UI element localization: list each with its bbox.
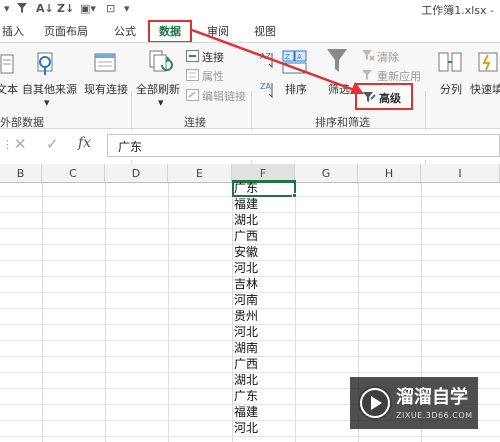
cell-f10[interactable]: 河北 <box>234 324 294 340</box>
cell-f16[interactable]: 河北 <box>234 420 294 436</box>
cell-f14[interactable]: 广东 <box>234 388 294 404</box>
column-header-h[interactable]: H <box>358 164 421 183</box>
watermark-logo <box>358 386 392 420</box>
cancel-icon[interactable]: ✕ <box>14 135 27 153</box>
column-header-e[interactable]: E <box>168 164 232 183</box>
cell-f3[interactable]: 湖北 <box>234 212 294 228</box>
cell-f7[interactable]: 吉林 <box>234 276 294 292</box>
cell-f13[interactable]: 湖北 <box>234 372 294 388</box>
column-header-g[interactable]: G <box>295 164 358 183</box>
column-header-b[interactable]: B <box>0 164 42 183</box>
cell-f5[interactable]: 安徽 <box>234 244 294 260</box>
name-box-scroll[interactable]: ⋮ <box>2 138 13 151</box>
watermark-url: ZIXUE.3D66.COM <box>396 411 473 420</box>
column-header-c[interactable]: C <box>42 164 105 183</box>
cell-f6[interactable]: 河北 <box>234 260 294 276</box>
active-cell-border <box>232 180 296 197</box>
formula-value: 广东 <box>118 140 143 154</box>
formula-input[interactable] <box>107 134 500 157</box>
cell-f4[interactable]: 广西 <box>234 228 294 244</box>
excel-window: ▾ A↓ Z↓ ▣▾ ⊡ ▾ 工作簿1.xlsx - 插入 页面布局 公式 数据… <box>0 0 500 442</box>
cell-f15[interactable]: 福建 <box>234 404 294 420</box>
insert-function-button[interactable]: fx <box>78 135 91 151</box>
watermark-title: 溜溜自学 <box>396 387 468 408</box>
cell-f9[interactable]: 贵州 <box>234 308 294 324</box>
column-header-i[interactable]: I <box>421 164 500 183</box>
cell-f12[interactable]: 广西 <box>234 356 294 372</box>
gridline <box>0 436 500 437</box>
column-header-d[interactable]: D <box>105 164 168 183</box>
enter-icon[interactable]: ✓ <box>46 135 59 153</box>
cell-f2[interactable]: 福建 <box>234 196 294 212</box>
cell-f8[interactable]: 河南 <box>234 292 294 308</box>
cell-f11[interactable]: 湖南 <box>234 340 294 356</box>
watermark: 溜溜自学 ZIXUE.3D66.COM <box>350 377 478 429</box>
fill-handle[interactable] <box>292 193 297 198</box>
